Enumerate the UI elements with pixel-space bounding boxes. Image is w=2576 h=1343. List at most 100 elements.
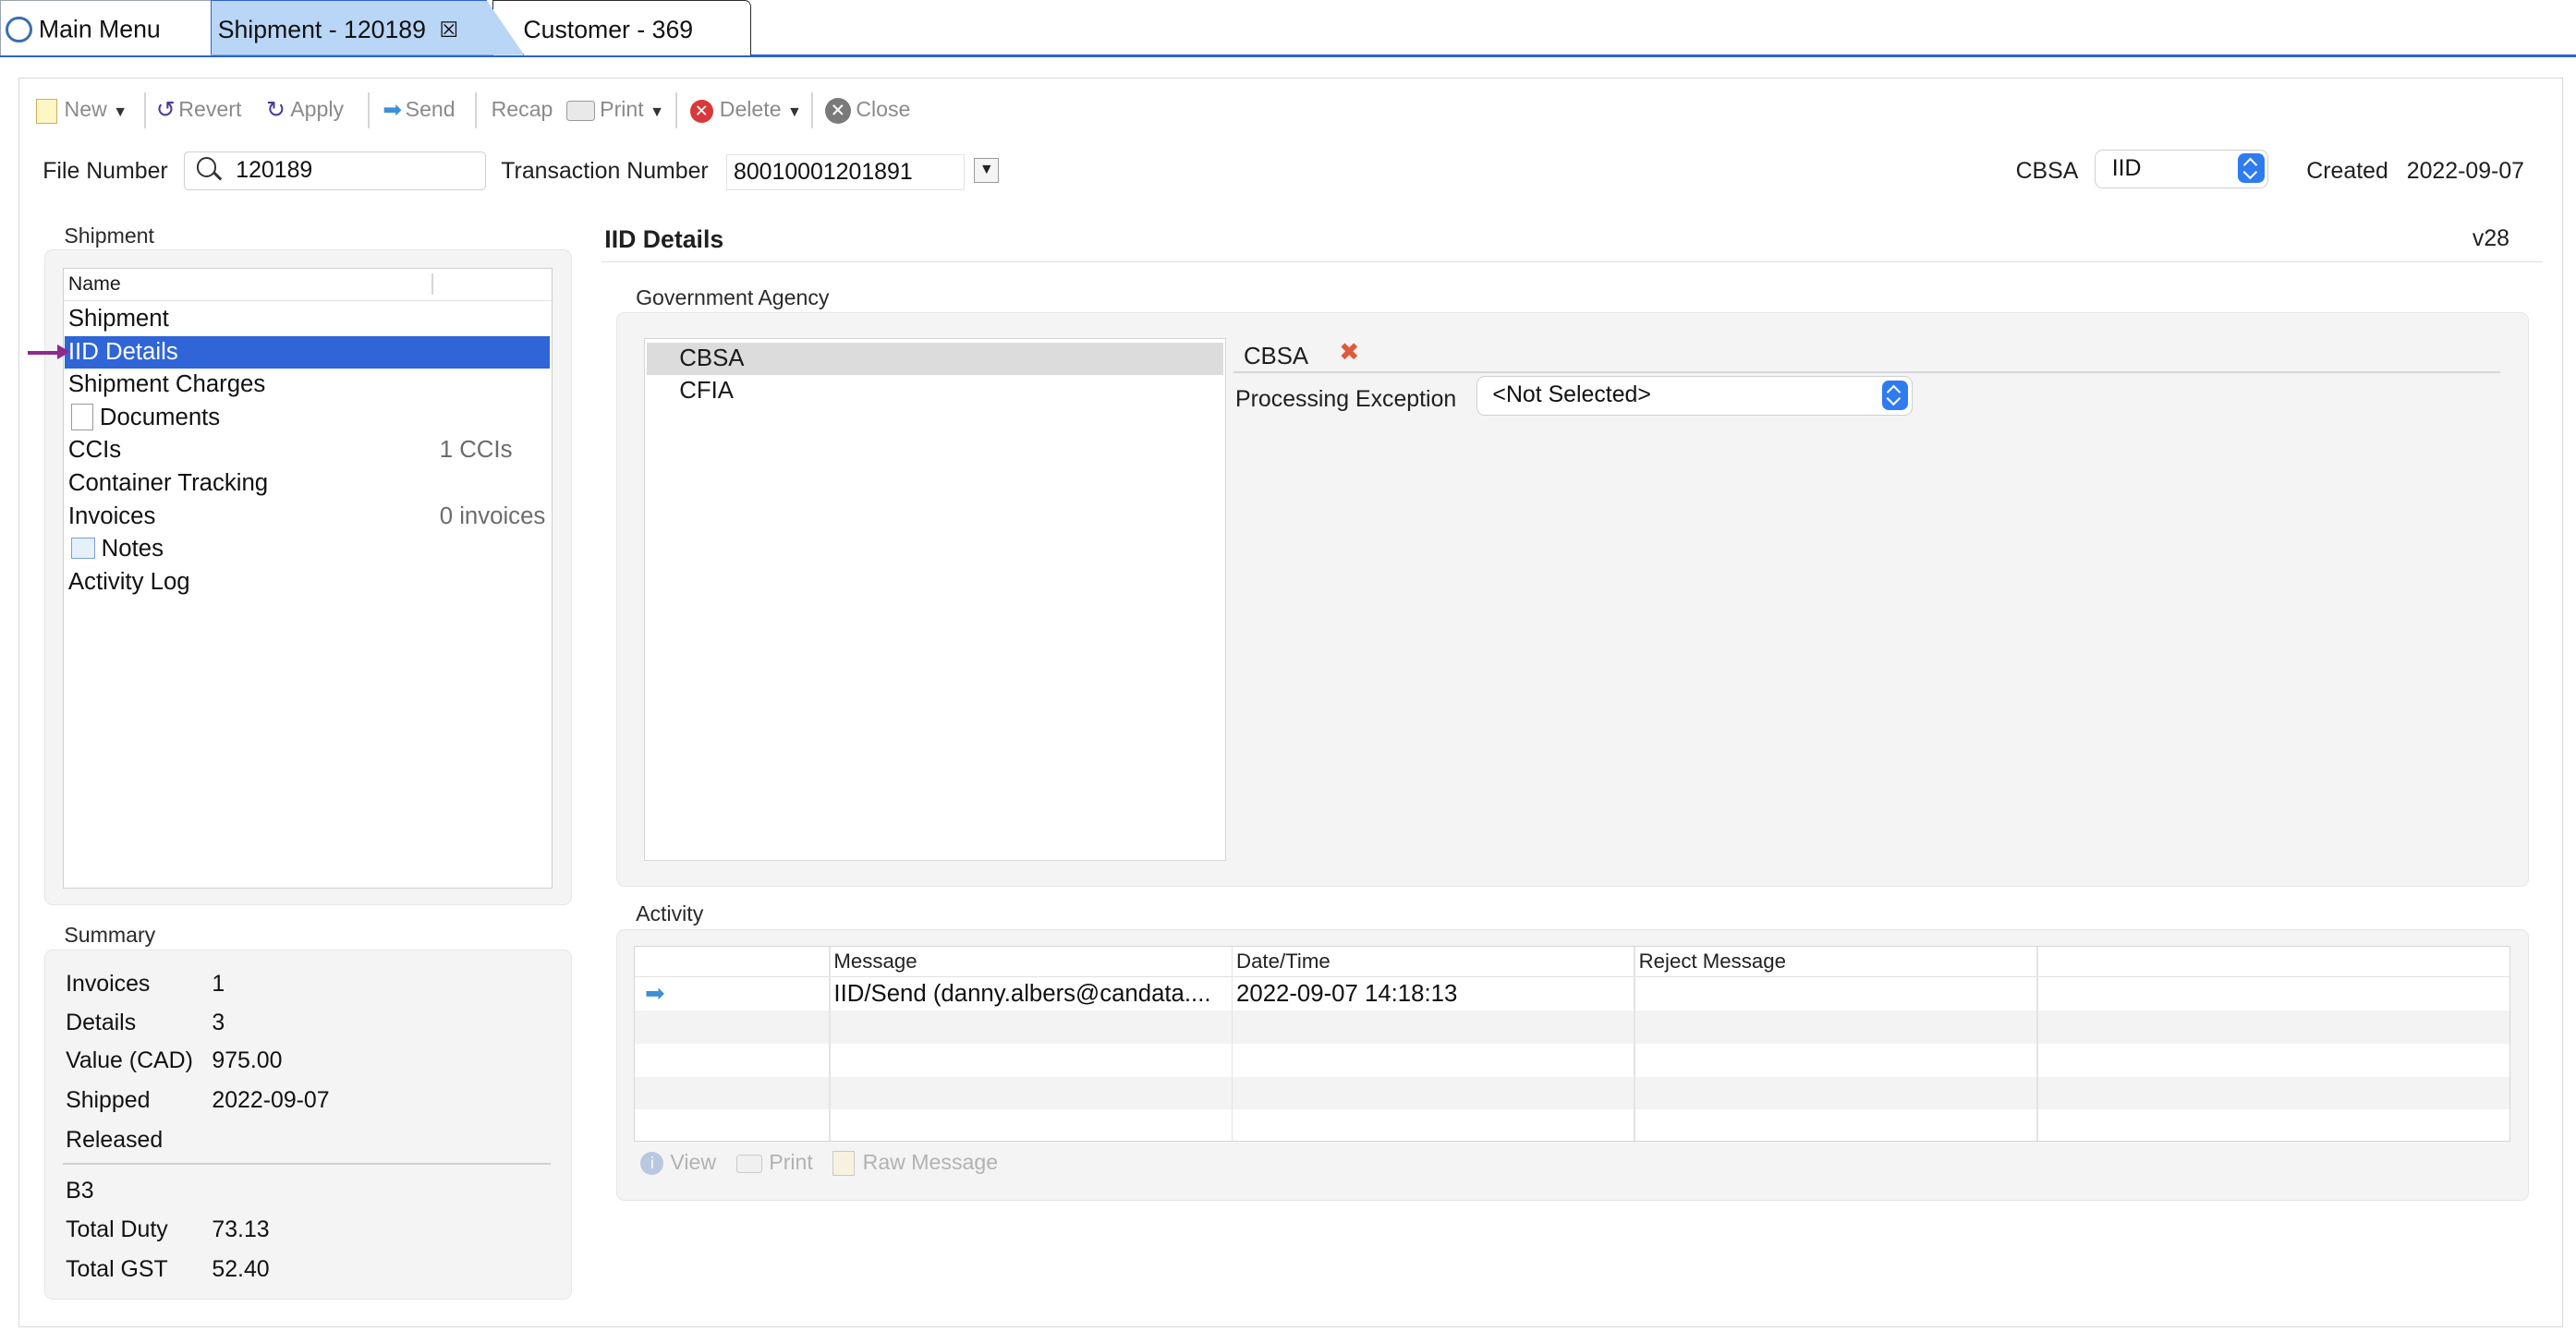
- tree-item-shipment-charges[interactable]: Shipment Charges: [65, 369, 550, 402]
- print-button[interactable]: Print ▼: [566, 93, 664, 127]
- document-icon: [71, 403, 93, 430]
- tree-item-label: Invoices: [67, 502, 156, 529]
- select-stepper-icon: [2238, 153, 2265, 184]
- table-row: [635, 1010, 2509, 1044]
- dropdown-arrow-icon: ▼: [650, 104, 664, 121]
- apply-label: Apply: [290, 97, 345, 122]
- recap-label: Recap: [491, 97, 553, 122]
- file-number-label: File Number: [43, 157, 168, 184]
- gov-agency-title: Government Agency: [636, 285, 830, 310]
- summary-invoices-label: Invoices: [66, 970, 151, 997]
- summary-b3-title: B3: [66, 1177, 94, 1204]
- table-row: [635, 1044, 2509, 1077]
- dropdown-arrow-icon: ▼: [786, 104, 802, 121]
- tab-close-icon[interactable]: ☒: [439, 18, 458, 42]
- remove-agency-icon[interactable]: ✖: [1339, 338, 1359, 367]
- delete-button[interactable]: ✕ Delete ▼: [689, 93, 802, 127]
- tab-label: Customer - 369: [523, 15, 694, 43]
- revert-button[interactable]: ↺ Revert: [156, 93, 241, 127]
- tree-item-iid-details[interactable]: IID Details: [65, 335, 550, 369]
- print-label: Print: [769, 1150, 813, 1175]
- revert-label: Revert: [178, 97, 242, 122]
- tab-shipment[interactable]: Shipment - 120189 ☒: [210, 0, 525, 55]
- recap-button[interactable]: Recap: [492, 93, 553, 127]
- transaction-number-field[interactable]: 80010001201891: [725, 154, 965, 191]
- tree-item-count: 0 invoices: [439, 502, 546, 529]
- tree-item-notes[interactable]: Notes: [65, 533, 550, 566]
- table-row: [635, 1076, 2509, 1110]
- column-header-reject-message[interactable]: Reject Message: [1639, 947, 1786, 976]
- new-button[interactable]: New ▼: [36, 93, 128, 127]
- printer-icon: [735, 1155, 763, 1173]
- agency-editor-title: CBSA: [1243, 343, 1309, 369]
- send-label: Send: [405, 97, 456, 122]
- summary-details-value: 3: [212, 1010, 225, 1036]
- activity-view-button[interactable]: i View: [640, 1146, 716, 1180]
- activity-message: IID/Send (danny.albers@candata....: [833, 980, 1211, 1007]
- apply-icon: ↻: [266, 97, 286, 124]
- transaction-number-value: 80010001201891: [733, 158, 913, 185]
- tree-item-label: Notes: [101, 536, 164, 563]
- summary-total-gst-label: Total GST: [66, 1256, 168, 1283]
- summary-released-label: Released: [66, 1126, 164, 1153]
- tree-item-activity-log[interactable]: Activity Log: [65, 566, 550, 599]
- column-header-message[interactable]: Message: [833, 947, 917, 976]
- activity-print-button[interactable]: Print: [735, 1146, 813, 1180]
- tab-customer[interactable]: Customer - 369: [492, 0, 751, 55]
- tree-item-label: Documents: [99, 404, 221, 430]
- activity-raw-message-button[interactable]: Raw Message: [832, 1146, 998, 1180]
- shipment-panel-title: Shipment: [64, 223, 154, 248]
- summary-total-gst-value: 52.40: [212, 1256, 270, 1283]
- processing-exception-select[interactable]: <Not Selected>: [1476, 376, 1913, 416]
- agency-list-label: CFIA: [679, 378, 734, 405]
- agency-list-item-cbsa[interactable]: CBSA: [646, 342, 1223, 376]
- summary-title: Summary: [64, 923, 156, 948]
- summary-total-duty-label: Total Duty: [66, 1216, 168, 1243]
- summary-shipped-label: Shipped: [66, 1087, 151, 1114]
- tree-item-label: Container Tracking: [67, 469, 269, 496]
- created-date: 2022-09-07: [2406, 157, 2525, 184]
- agency-select[interactable]: IID: [2094, 149, 2269, 189]
- shipment-tree: Name Shipment IID Details Shipment Charg…: [62, 267, 553, 889]
- transaction-dropdown-button[interactable]: ▼: [974, 157, 1000, 183]
- edit-document-icon: [832, 1151, 855, 1177]
- summary-value-value: 975.00: [212, 1047, 283, 1074]
- print-label: Print: [600, 97, 644, 122]
- select-stepper-icon: [1881, 380, 1909, 410]
- file-number-value: 120189: [236, 156, 313, 183]
- arrow-right-icon: ➡: [644, 980, 665, 1007]
- close-button[interactable]: ✕ Close: [824, 93, 910, 127]
- summary-shipped-value: 2022-09-07: [212, 1087, 330, 1114]
- tree-header: Name: [63, 269, 552, 301]
- new-label: New: [64, 97, 107, 122]
- dropdown-arrow-icon: ▼: [113, 104, 128, 121]
- details-version: v28: [2472, 224, 2509, 251]
- tree-item-label: Activity Log: [67, 568, 190, 595]
- tree-item-ccis[interactable]: CCIs 1 CCIs: [65, 434, 550, 467]
- send-button[interactable]: ➡ Send: [383, 93, 455, 127]
- agency-list-item-cfia[interactable]: CFIA: [647, 375, 1223, 408]
- column-header-datetime[interactable]: Date/Time: [1236, 947, 1331, 976]
- summary-total-duty-value: 73.13: [212, 1216, 270, 1243]
- tree-item-label: CCIs: [67, 437, 122, 464]
- delete-icon: ✕: [689, 99, 713, 123]
- tree-item-shipment[interactable]: Shipment: [65, 303, 550, 336]
- file-number-field[interactable]: 120189: [184, 151, 487, 191]
- printer-icon: [566, 101, 595, 121]
- activity-title: Activity: [636, 901, 704, 926]
- tree-item-invoices[interactable]: Invoices 0 invoices: [65, 501, 550, 534]
- tree-item-container-tracking[interactable]: Container Tracking: [65, 467, 550, 501]
- agency-list: CBSA CFIA: [643, 338, 1226, 861]
- activity-datetime: 2022-09-07 14:18:13: [1236, 980, 1458, 1007]
- agency-label: CBSA: [2015, 157, 2079, 184]
- tree-item-documents[interactable]: Documents: [65, 402, 550, 435]
- activity-grid: Message Date/Time Reject Message ➡ IID/S…: [634, 946, 2510, 1142]
- transaction-number-label: Transaction Number: [501, 157, 709, 184]
- info-icon: i: [640, 1152, 664, 1176]
- apply-button[interactable]: ↻ Apply: [266, 93, 344, 127]
- tab-label: Shipment - 120189: [217, 15, 426, 43]
- table-row: [635, 1109, 2509, 1143]
- close-icon: ✕: [824, 98, 851, 125]
- notes-icon: [71, 537, 95, 560]
- tab-main-menu[interactable]: Main Menu: [0, 0, 213, 55]
